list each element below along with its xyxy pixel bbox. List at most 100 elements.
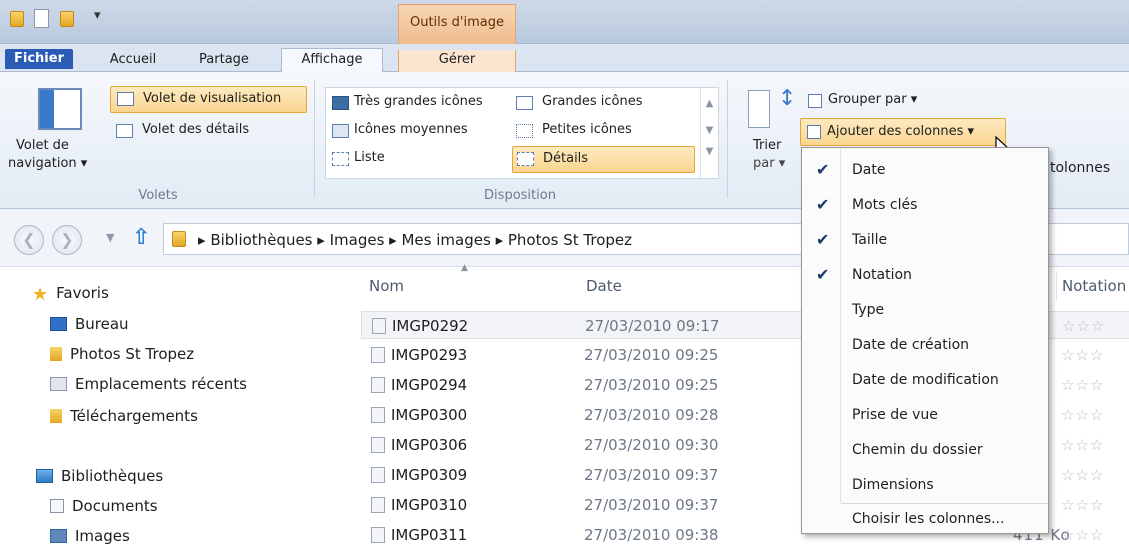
menu-item-label: Date de modification <box>852 372 999 388</box>
menu-item-choose-columns[interactable]: Choisir les colonnes... <box>802 503 1048 537</box>
gallery-expand-icon[interactable]: ▼ <box>701 146 718 157</box>
rating-stars[interactable]: ☆☆☆ <box>1061 496 1104 514</box>
nav-photos-st-tropez[interactable]: Photos St Tropez <box>50 345 194 363</box>
document-icon[interactable] <box>34 9 49 28</box>
image-file-icon <box>371 377 385 393</box>
nav-documents[interactable]: Documents <box>50 497 158 515</box>
navigation-pane-icon[interactable] <box>38 88 82 130</box>
breadcrumb-images[interactable]: Images <box>330 231 385 249</box>
file-date: 27/03/2010 09:25 <box>584 346 719 364</box>
menu-item-column[interactable]: ✔ Date <box>802 154 1048 188</box>
column-header-rating[interactable]: Notation <box>1062 277 1126 295</box>
menu-item-column[interactable]: Type <box>802 294 1048 328</box>
group-by-button[interactable]: Grouper par ▾ <box>808 92 918 108</box>
menu-item-column[interactable]: Chemin du dossier <box>802 434 1048 468</box>
list-icon <box>332 152 349 166</box>
sort-by-label-2[interactable]: par ▾ <box>753 156 785 171</box>
layout-small-icons[interactable]: Petites icônes <box>516 122 632 138</box>
sort-arrows-icon[interactable]: ↕ <box>778 86 796 111</box>
file-name: IMGP0310 <box>391 496 468 514</box>
rating-stars[interactable]: ☆☆☆ <box>1061 406 1104 424</box>
explorer-window: ▾ Outils d'image Fichier Accueil Partage… <box>0 0 1129 546</box>
menu-item-column[interactable]: Date de modification <box>802 364 1048 398</box>
details-pane-button[interactable]: Volet des détails <box>110 120 307 144</box>
recent-locations-icon[interactable]: ▼ <box>106 231 114 244</box>
menu-item-column[interactable]: Dimensions <box>802 469 1048 503</box>
gallery-scroll[interactable]: ▲ ▼ ▼ <box>700 88 718 178</box>
forward-button[interactable]: ❯ <box>52 225 82 255</box>
tab-file[interactable]: Fichier <box>5 49 73 69</box>
size-columns-partial-label[interactable]: tolonnes <box>1050 160 1110 176</box>
nav-favorites[interactable]: ★ Favoris <box>32 284 109 305</box>
folder-icon <box>50 347 62 361</box>
checkmark-icon: ✔ <box>816 160 830 179</box>
tab-home[interactable]: Accueil <box>103 50 163 72</box>
layout-medium-icons[interactable]: Icônes moyennes <box>332 122 468 138</box>
nav-photos-label: Photos St Tropez <box>70 345 195 363</box>
breadcrumb-photos-st-tropez[interactable]: Photos St Tropez <box>508 231 632 249</box>
rating-stars[interactable]: ☆☆☆ <box>1061 346 1104 364</box>
file-date: 27/03/2010 09:30 <box>584 436 719 454</box>
layout-group-label: Disposition <box>484 188 556 203</box>
menu-item-column[interactable]: ✔ Notation <box>802 259 1048 293</box>
nav-desktop[interactable]: Bureau <box>50 315 129 333</box>
rating-stars[interactable]: ☆☆☆ <box>1061 436 1104 454</box>
checkmark-icon: ✔ <box>816 195 830 214</box>
layout-extra-large-icons[interactable]: Très grandes icônes <box>332 94 483 110</box>
tab-share[interactable]: Partage <box>192 50 256 72</box>
breadcrumb-separator-icon[interactable]: ▸ <box>317 231 329 249</box>
breadcrumb-my-images[interactable]: Mes images <box>401 231 490 249</box>
file-date: 27/03/2010 09:28 <box>584 406 719 424</box>
tab-manage[interactable]: Gérer <box>398 50 516 72</box>
preview-pane-button[interactable]: Volet de visualisation <box>110 86 307 113</box>
menu-item-column[interactable]: Prise de vue <box>802 399 1048 433</box>
image-file-icon <box>371 527 385 543</box>
gallery-scroll-up-icon[interactable]: ▲ <box>701 98 718 109</box>
breadcrumb-separator-icon[interactable]: ▸ <box>389 231 401 249</box>
breadcrumb-separator-icon[interactable]: ▸ <box>496 231 508 249</box>
file-name: IMGP0311 <box>391 526 468 544</box>
layout-large-icons[interactable]: Grandes icônes <box>516 94 643 110</box>
nav-images[interactable]: Images <box>50 527 130 545</box>
sort-by-icon[interactable] <box>748 90 770 128</box>
nav-libraries[interactable]: Bibliothèques <box>36 467 163 485</box>
quick-access-dropdown-icon[interactable]: ▾ <box>94 8 101 23</box>
navigation-pane-label-1[interactable]: Volet de <box>16 138 69 153</box>
details-pane-label: Volet des détails <box>142 122 250 137</box>
layout-details[interactable]: Détails <box>512 146 695 173</box>
rating-stars[interactable]: ☆☆☆ <box>1061 526 1104 544</box>
up-arrow-icon[interactable]: ⇧ <box>132 225 150 250</box>
layout-large-icons-label: Grandes icônes <box>542 94 643 109</box>
new-folder-icon[interactable] <box>60 11 74 27</box>
small-icons-icon <box>516 124 533 138</box>
group-by-label: Grouper par ▾ <box>828 92 918 107</box>
breadcrumb-libraries[interactable]: Bibliothèques <box>210 231 312 249</box>
navigation-pane: ★ Favoris Bureau Photos St Tropez Emplace… <box>0 267 340 546</box>
image-file-icon <box>371 467 385 483</box>
navigation-pane-label-2[interactable]: navigation ▾ <box>8 156 87 171</box>
menu-item-label: Date <box>852 162 886 178</box>
rating-stars[interactable]: ☆☆☆ <box>1061 376 1104 394</box>
sort-by-label-1[interactable]: Trier <box>753 138 781 153</box>
file-date: 27/03/2010 09:17 <box>585 317 720 335</box>
nav-recent-places[interactable]: Emplacements récents <box>50 375 247 393</box>
folder-icon[interactable] <box>10 11 24 27</box>
menu-item-column[interactable]: Date de création <box>802 329 1048 363</box>
rating-stars[interactable]: ☆☆☆ <box>1062 317 1105 335</box>
column-divider <box>1056 271 1057 301</box>
column-header-date[interactable]: Date <box>586 277 622 295</box>
menu-item-column[interactable]: ✔ Taille <box>802 224 1048 258</box>
images-icon <box>50 529 67 543</box>
rating-stars[interactable]: ☆☆☆ <box>1061 466 1104 484</box>
nav-documents-label: Documents <box>72 497 158 515</box>
nav-downloads[interactable]: Téléchargements <box>50 407 198 425</box>
breadcrumb-separator-icon[interactable]: ▸ <box>198 231 210 249</box>
menu-item-column[interactable]: ✔ Mots clés <box>802 189 1048 223</box>
layout-list[interactable]: Liste <box>332 150 385 166</box>
menu-item-label: Mots clés <box>852 197 918 213</box>
add-columns-button[interactable]: Ajouter des colonnes ▾ <box>800 118 1006 146</box>
tab-view[interactable]: Affichage <box>281 48 383 73</box>
column-header-name[interactable]: Nom <box>369 277 404 295</box>
back-button[interactable]: ❮ <box>14 225 44 255</box>
gallery-scroll-down-icon[interactable]: ▼ <box>701 125 718 136</box>
